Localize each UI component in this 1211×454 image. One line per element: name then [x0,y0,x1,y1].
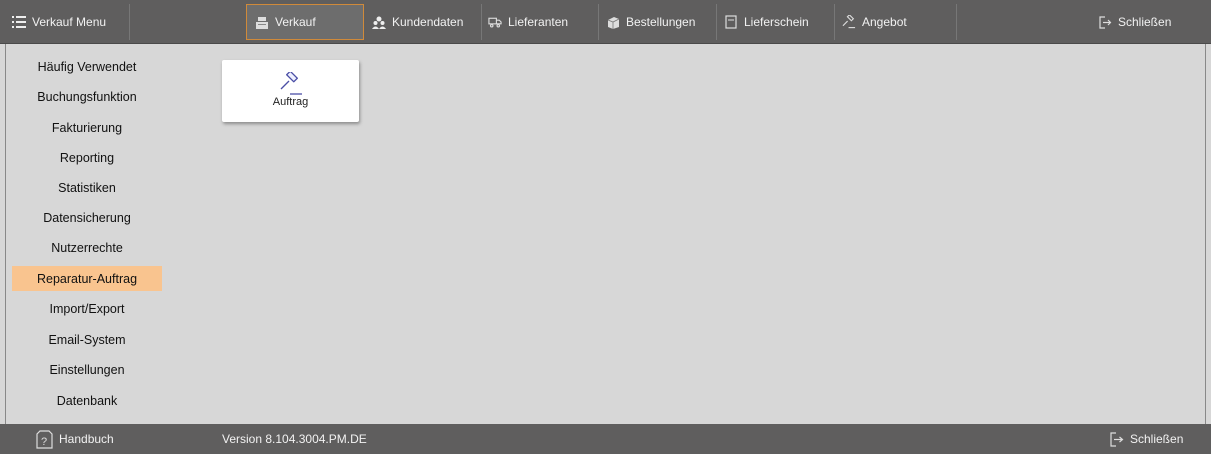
footer-close-label: Schließen [1130,432,1184,446]
tab-lieferanten[interactable]: Lieferanten [480,4,598,40]
sidebar-item-einstellungen[interactable]: Einstellungen [12,357,162,382]
sidebar-item-reporting[interactable]: Reporting [12,145,162,170]
sidebar-item-reparatur-auftrag[interactable]: Reparatur-Auftrag [12,266,162,291]
sidebar-item-import-export[interactable]: Import/Export [12,296,162,321]
manual-button[interactable]: ? Handbuch [36,424,114,454]
exit-icon [1098,15,1112,29]
gavel-icon [279,70,303,96]
footer-bar: ? Handbuch Version 8.104.3004.PM.DE Schl… [0,424,1211,454]
manual-label: Handbuch [59,432,114,446]
tab-label: Kundendaten [392,15,464,29]
list-icon [12,15,26,29]
truck-icon [488,15,502,29]
tab-label: Angebot [862,15,907,29]
sidebar-item-buchungsfunktion[interactable]: Buchungsfunktion [12,84,162,109]
tab-lieferschein[interactable]: Lieferschein [716,4,834,40]
close-label: Schließen [1118,15,1172,29]
tab-kundendaten[interactable]: Kundendaten [364,4,482,40]
tab-label: Verkauf [275,15,316,29]
verkauf-menu-label: Verkauf Menu [32,15,107,29]
frame-border-right [1205,44,1206,424]
version-text: Version 8.104.3004.PM.DE [222,432,367,446]
tab-label: Lieferschein [744,15,809,29]
gavel-icon [842,15,856,29]
boxes-icon [606,15,620,29]
tab-label: Bestellungen [626,15,696,29]
tab-verkauf[interactable]: Verkauf [246,4,364,40]
sidebar-item-email-system[interactable]: Email-System [12,327,162,352]
divider [956,4,957,40]
document-icon [724,15,738,29]
exit-icon [1110,431,1124,447]
sidebar-item-statistiken[interactable]: Statistiken [12,175,162,200]
sidebar-item-datenbank[interactable]: Datenbank [12,388,162,413]
help-document-icon: ? [36,429,53,449]
tab-label: Lieferanten [508,15,569,29]
top-toolbar: Verkauf Menu Verkauf Kundendaten Liefera… [0,0,1211,44]
sidebar: Häufig Verwendet Buchungsfunktion Faktur… [6,44,166,414]
verkauf-menu-button[interactable]: Verkauf Menu [4,4,126,40]
tab-angebot[interactable]: Angebot [834,4,954,40]
users-icon [372,15,386,29]
sidebar-item-haeufig-verwendet[interactable]: Häufig Verwendet [12,54,162,79]
sidebar-item-datensicherung[interactable]: Datensicherung [12,205,162,230]
sidebar-item-fakturierung[interactable]: Fakturierung [12,115,162,140]
auftrag-tile[interactable]: Auftrag [222,60,359,122]
divider [129,4,130,40]
close-button[interactable]: Schließen [1090,4,1200,40]
tab-bestellungen[interactable]: Bestellungen [598,4,716,40]
footer-close-button[interactable]: Schließen [1110,424,1183,454]
tile-label: Auftrag [272,96,309,108]
svg-text:?: ? [41,436,47,448]
sidebar-item-nutzerrechte[interactable]: Nutzerrechte [12,235,162,260]
cash-register-icon [255,15,269,29]
